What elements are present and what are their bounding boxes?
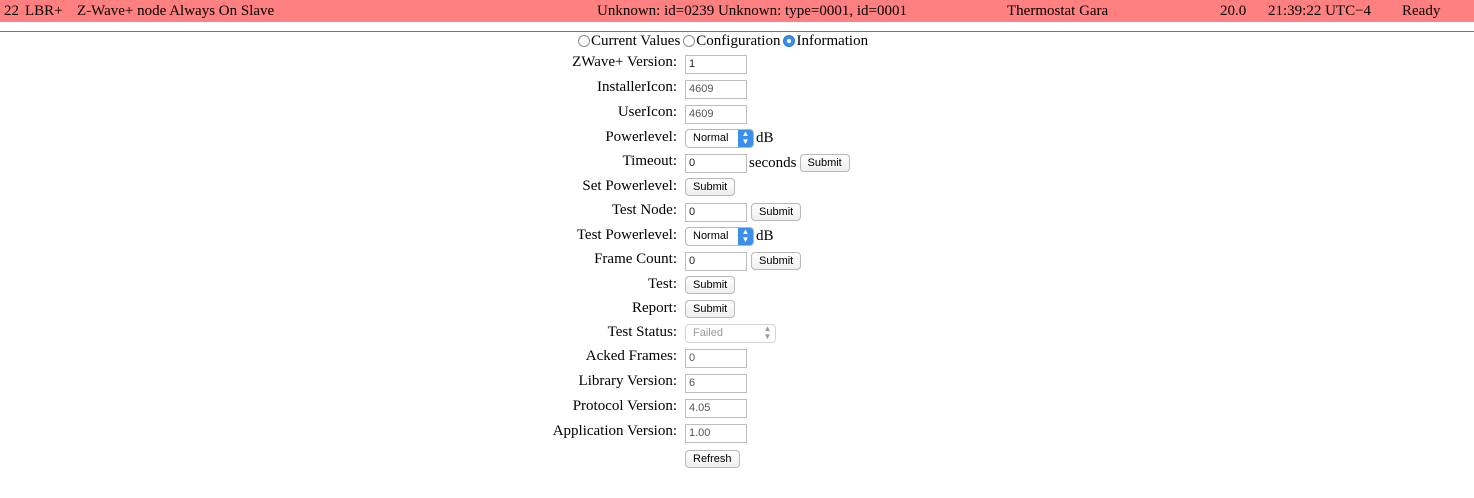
- radio-information[interactable]: [783, 35, 796, 47]
- user-icon-field: 4609: [685, 104, 747, 124]
- node-time: 21:39:22 UTC−4: [1268, 3, 1372, 19]
- node-value: 20.0: [1220, 3, 1247, 19]
- installer-icon-label: InstallerIcon:: [597, 79, 677, 95]
- protocol-version-label: Protocol Version:: [572, 398, 677, 414]
- report-row: Report: Submit: [0, 299, 1474, 323]
- protocol-version-field: 4.05: [685, 398, 747, 418]
- refresh-button[interactable]: Refresh: [685, 450, 740, 468]
- test-powerlevel-select[interactable]: Normal ▲ ▼: [685, 226, 754, 246]
- test-submit-button[interactable]: Submit: [685, 276, 736, 294]
- node-product: Unknown: id=0239 Unknown: type=0001, id=…: [597, 3, 907, 19]
- tab-information[interactable]: Information: [783, 32, 868, 50]
- node-id: 22: [4, 3, 19, 19]
- acked-frames-field: 0: [685, 348, 747, 368]
- test-status-row: Test Status: Failed ▲ ▼: [0, 323, 1474, 347]
- library-version-label: Library Version:: [578, 373, 677, 389]
- node-status-bar[interactable]: 22 LBR+ Z-Wave+ node Always On Slave Unk…: [0, 0, 1474, 22]
- library-version-field: 6: [685, 373, 747, 393]
- node-status: Ready: [1402, 3, 1441, 19]
- tab-configuration-label: Configuration: [696, 33, 781, 49]
- frame-count-label: Frame Count:: [594, 251, 677, 267]
- application-version-label: Application Version:: [552, 423, 677, 439]
- test-powerlevel-label: Test Powerlevel:: [576, 227, 677, 243]
- application-version-field: 1.00: [685, 423, 747, 443]
- node-name: Thermostat Gara: [1007, 3, 1109, 19]
- installer-icon-row: InstallerIcon: 4609: [0, 78, 1474, 102]
- refresh-row: Refresh: [0, 449, 1474, 473]
- node-tabs: Current Values Configuration Information: [578, 32, 871, 50]
- test-powerlevel-selected: Normal: [693, 229, 729, 242]
- test-node-submit-button[interactable]: Submit: [751, 203, 802, 221]
- radio-current-values[interactable]: [578, 35, 590, 47]
- test-row: Test: Submit: [0, 275, 1474, 299]
- user-icon-label: UserIcon:: [617, 104, 677, 120]
- powerlevel-label: Powerlevel:: [605, 129, 677, 145]
- set-powerlevel-submit-button[interactable]: Submit: [685, 178, 736, 196]
- test-node-field[interactable]: 0: [685, 202, 747, 222]
- protocol-version-row: Protocol Version: 4.05: [0, 397, 1474, 421]
- timeout-submit-button[interactable]: Submit: [799, 154, 850, 172]
- test-status-label: Test Status:: [607, 324, 677, 340]
- powerlevel-row: Powerlevel: Normal ▲ ▼ dB: [0, 128, 1474, 152]
- timeout-label: Timeout:: [622, 153, 677, 169]
- report-submit-button[interactable]: Submit: [685, 300, 736, 318]
- select-arrows-icon: ▲ ▼: [763, 324, 772, 341]
- frame-count-field[interactable]: 0: [685, 251, 747, 271]
- tab-current-values-label: Current Values: [591, 33, 681, 49]
- node-library: LBR+: [25, 3, 63, 19]
- node-type: Z-Wave+ node Always On Slave: [77, 3, 275, 19]
- acked-frames-row: Acked Frames: 0: [0, 347, 1474, 371]
- powerlevel-selected: Normal: [693, 131, 729, 144]
- library-version-row: Library Version: 6: [0, 372, 1474, 396]
- test-powerlevel-unit: dB: [756, 227, 774, 244]
- zwave-version-field[interactable]: 1: [685, 54, 747, 74]
- timeout-unit: seconds: [749, 154, 797, 171]
- frame-count-submit-button[interactable]: Submit: [751, 252, 802, 270]
- application-version-row: Application Version: 1.00: [0, 422, 1474, 446]
- user-icon-row: UserIcon: 4609: [0, 103, 1474, 127]
- powerlevel-select[interactable]: Normal ▲ ▼: [685, 128, 754, 148]
- test-powerlevel-row: Test Powerlevel: Normal ▲ ▼ dB: [0, 226, 1474, 250]
- test-status-select: Failed ▲ ▼: [685, 323, 776, 343]
- installer-icon-field: 4609: [685, 79, 747, 99]
- radio-configuration[interactable]: [683, 35, 696, 47]
- tab-current-values[interactable]: Current Values: [578, 32, 680, 50]
- test-status-selected: Failed: [693, 326, 723, 339]
- select-arrows-icon: ▲ ▼: [738, 227, 753, 245]
- tab-configuration[interactable]: Configuration: [683, 32, 780, 50]
- frame-count-row: Frame Count: 0 Submit: [0, 250, 1474, 274]
- set-powerlevel-label: Set Powerlevel:: [582, 178, 677, 194]
- zwave-version-label: ZWave+ Version:: [572, 54, 677, 70]
- test-node-row: Test Node: 0 Submit: [0, 201, 1474, 225]
- zwave-version-row: ZWave+ Version: 1: [0, 53, 1474, 77]
- test-label: Test:: [648, 276, 677, 292]
- select-arrows-icon: ▲ ▼: [738, 129, 753, 147]
- test-node-label: Test Node:: [611, 202, 677, 218]
- tab-information-label: Information: [796, 33, 869, 49]
- acked-frames-label: Acked Frames:: [585, 348, 677, 364]
- set-powerlevel-row: Set Powerlevel: Submit: [0, 177, 1474, 201]
- powerlevel-unit: dB: [756, 129, 774, 146]
- timeout-row: Timeout: 0 seconds Submit: [0, 152, 1474, 176]
- timeout-field[interactable]: 0: [685, 153, 747, 173]
- report-label: Report:: [632, 300, 677, 316]
